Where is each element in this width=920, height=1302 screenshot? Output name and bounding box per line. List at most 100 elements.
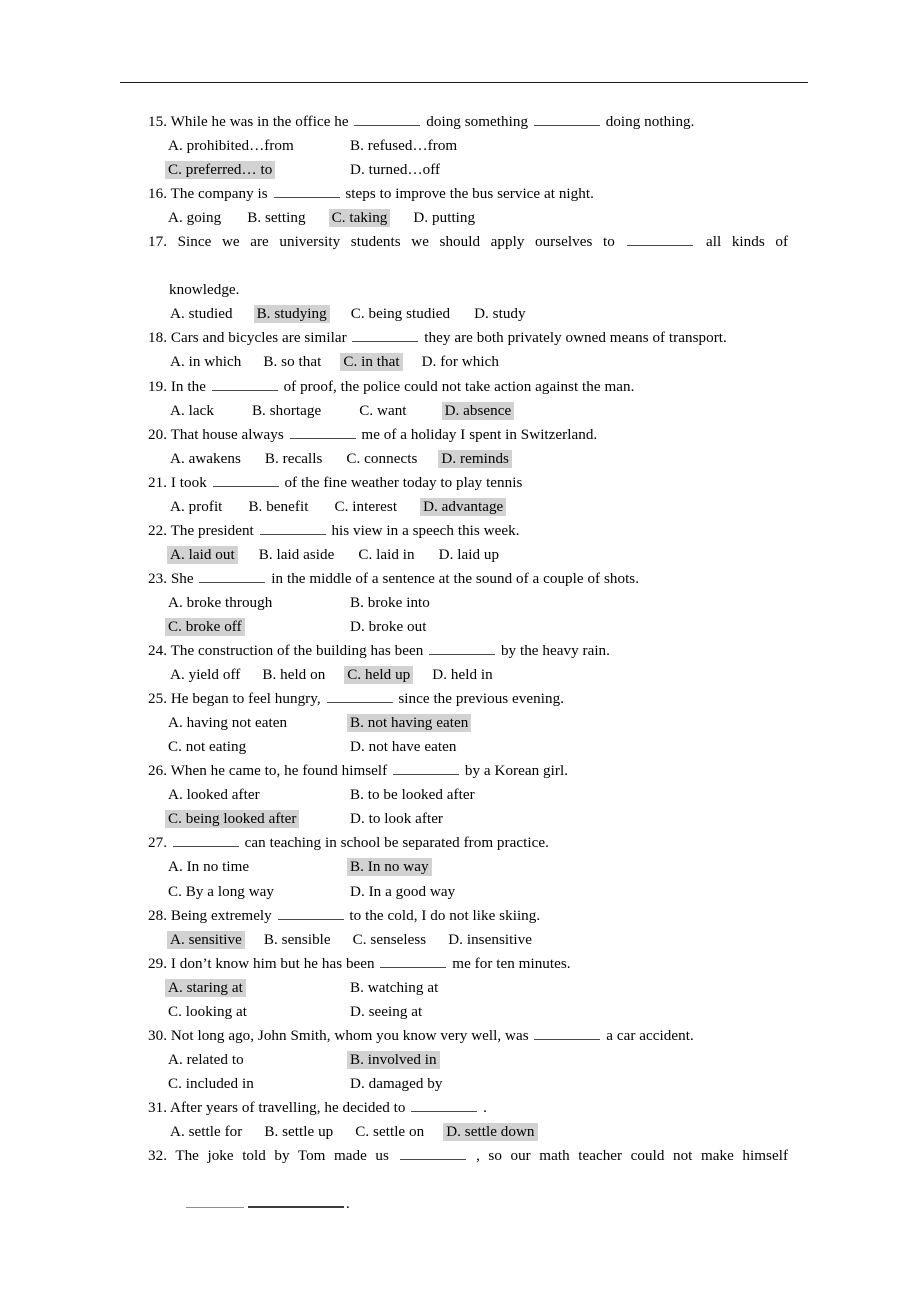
option-d[interactable]: D. not have eaten xyxy=(350,735,456,759)
answer-blank[interactable] xyxy=(186,1195,244,1209)
option-a[interactable]: A. looked after xyxy=(168,783,350,807)
option-d[interactable]: D. settle down xyxy=(443,1122,538,1141)
option-c[interactable]: C. being studied xyxy=(351,306,450,322)
option-d[interactable]: D. for which xyxy=(422,354,499,370)
option-b[interactable]: B. laid aside xyxy=(259,547,335,563)
option-a[interactable]: A. settle for xyxy=(170,1124,242,1140)
option-label: A. lack xyxy=(170,402,214,419)
option-b[interactable]: B. not having eaten xyxy=(347,711,472,735)
questions-container: 15. While he was in the office he doing … xyxy=(148,110,788,1216)
option-d[interactable]: D. to look after xyxy=(350,807,443,831)
option-b[interactable]: B. refused…from xyxy=(350,134,457,158)
answer-blank[interactable] xyxy=(534,1026,601,1040)
answer-blank[interactable] xyxy=(211,377,278,391)
option-c[interactable]: C. By a long way xyxy=(168,880,350,904)
answer-blank[interactable] xyxy=(380,954,447,968)
option-d[interactable]: D. study xyxy=(474,306,526,322)
option-c[interactable]: C. taking xyxy=(328,209,391,228)
option-a[interactable]: A. going xyxy=(168,210,221,226)
option-c[interactable]: C. being looked after xyxy=(165,807,350,831)
option-d[interactable]: D. held in xyxy=(432,667,492,683)
stem-text-before: I don’t know him but he has been xyxy=(167,955,379,972)
option-label: B. broke into xyxy=(350,594,430,611)
option-c[interactable]: C. looking at xyxy=(168,1000,350,1024)
answer-blank[interactable] xyxy=(259,521,326,535)
option-b[interactable]: B. held on xyxy=(262,667,325,683)
option-c[interactable]: C. laid in xyxy=(358,547,414,563)
option-d[interactable]: D. seeing at xyxy=(350,1000,422,1024)
answer-blank[interactable] xyxy=(277,906,344,920)
answer-blank[interactable] xyxy=(393,762,460,776)
option-b[interactable]: B. studying xyxy=(253,305,330,324)
option-b[interactable]: B. setting xyxy=(247,210,305,226)
option-c[interactable]: C. connects xyxy=(346,451,417,467)
option-d[interactable]: D. insensitive xyxy=(448,932,532,948)
option-d[interactable]: D. putting xyxy=(413,210,475,226)
answer-blank[interactable] xyxy=(399,1147,466,1161)
option-b[interactable]: B. shortage xyxy=(252,403,321,419)
option-a[interactable]: A. profit xyxy=(170,499,222,515)
option-d[interactable]: D. In a good way xyxy=(350,880,455,904)
option-b[interactable]: B. to be looked after xyxy=(350,783,475,807)
option-b[interactable]: B. recalls xyxy=(265,451,323,467)
option-a[interactable]: A. staring at xyxy=(165,976,350,1000)
question-stem-20: 20. That house always me of a holiday I … xyxy=(148,423,788,447)
option-b[interactable]: B. broke into xyxy=(350,591,430,615)
option-a[interactable]: A. in which xyxy=(170,354,241,370)
answer-blank[interactable] xyxy=(199,570,266,583)
option-label: A. yield off xyxy=(170,667,241,684)
option-a[interactable]: A. related to xyxy=(168,1048,350,1072)
option-c[interactable]: C. broke off xyxy=(165,615,350,639)
option-d[interactable]: D. turned…off xyxy=(350,158,440,182)
answer-blank[interactable] xyxy=(212,473,279,487)
option-a[interactable]: A. broke through xyxy=(168,591,350,615)
question-number-31: 31. xyxy=(148,1099,168,1116)
answer-blank[interactable] xyxy=(429,642,496,656)
answer-blank[interactable] xyxy=(289,425,356,439)
option-b[interactable]: B. watching at xyxy=(350,976,438,1000)
option-c[interactable]: C. want xyxy=(359,403,406,419)
answer-blank[interactable] xyxy=(248,1194,344,1209)
option-b[interactable]: B. benefit xyxy=(248,499,308,515)
option-label: C. not eating xyxy=(168,739,247,756)
stem-text-before: When he came to, he found himself xyxy=(167,763,392,780)
option-a[interactable]: A. laid out xyxy=(167,545,238,564)
option-a[interactable]: A. prohibited…from xyxy=(168,134,350,158)
answer-blank[interactable] xyxy=(354,113,421,126)
option-c[interactable]: C. included in xyxy=(168,1072,350,1096)
option-c[interactable]: C. preferred… to xyxy=(165,158,350,182)
option-d[interactable]: D. laid up xyxy=(439,547,499,563)
option-b[interactable]: B. settle up xyxy=(264,1124,333,1140)
answer-blank[interactable] xyxy=(533,113,600,126)
option-b[interactable]: B. so that xyxy=(263,354,321,370)
option-a[interactable]: A. yield off xyxy=(170,667,240,683)
option-c[interactable]: C. senseless xyxy=(353,932,427,948)
answer-blank[interactable] xyxy=(273,185,340,199)
option-d[interactable]: D. absence xyxy=(441,401,515,420)
option-c[interactable]: C. not eating xyxy=(168,735,350,759)
option-d[interactable]: D. advantage xyxy=(420,497,507,516)
answer-blank[interactable] xyxy=(172,834,239,848)
answer-blank[interactable] xyxy=(627,233,694,247)
option-a[interactable]: A. In no time xyxy=(168,855,350,879)
option-b[interactable]: B. involved in xyxy=(347,1048,440,1072)
option-c[interactable]: C. held up xyxy=(344,666,414,685)
option-c[interactable]: C. settle on xyxy=(355,1124,424,1140)
option-a[interactable]: A. studied xyxy=(170,306,233,322)
option-c[interactable]: C. in that xyxy=(340,353,403,372)
option-a[interactable]: A. awakens xyxy=(170,451,241,467)
option-d[interactable]: D. reminds xyxy=(438,449,512,468)
option-a[interactable]: A. lack xyxy=(170,403,214,419)
option-d[interactable]: D. damaged by xyxy=(350,1072,442,1096)
option-c[interactable]: C. interest xyxy=(334,499,397,515)
question-block-20: 20. That house always me of a holiday I … xyxy=(148,423,788,471)
option-a[interactable]: A. sensitive xyxy=(167,930,245,949)
answer-blank[interactable] xyxy=(326,690,393,704)
option-a[interactable]: A. having not eaten xyxy=(168,711,350,735)
answer-blank[interactable] xyxy=(411,1099,478,1112)
option-b[interactable]: B. sensible xyxy=(264,932,331,948)
option-label: D. laid up xyxy=(438,546,500,563)
option-d[interactable]: D. broke out xyxy=(350,615,426,639)
option-b[interactable]: B. In no way xyxy=(347,855,432,879)
answer-blank[interactable] xyxy=(352,329,419,343)
